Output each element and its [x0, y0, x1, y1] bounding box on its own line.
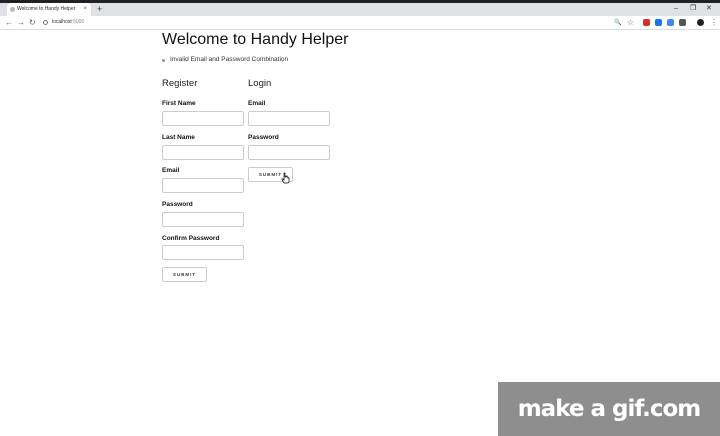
- first-name-label: First Name: [162, 100, 196, 107]
- profile-avatar-icon[interactable]: [697, 19, 704, 26]
- login-email-input[interactable]: [248, 111, 330, 126]
- menu-icon[interactable]: ⋮: [710, 16, 718, 30]
- register-email-input[interactable]: [162, 178, 244, 193]
- confirm-password-label: Confirm Password: [162, 235, 220, 242]
- browser-titlebar: Welcome to Handy Helper × + – ❐ ✕: [0, 0, 720, 16]
- browser-tab[interactable]: Welcome to Handy Helper ×: [7, 3, 91, 16]
- extension-icon[interactable]: [655, 19, 662, 26]
- back-icon[interactable]: ←: [5, 16, 13, 30]
- browser-toolbar: ← → ↻ localhost:5000 🔍 ☆ ⋮: [0, 16, 720, 30]
- new-tab-button[interactable]: +: [97, 3, 102, 16]
- tab-close-icon[interactable]: ×: [83, 3, 87, 16]
- login-heading: Login: [248, 78, 272, 89]
- last-name-input[interactable]: [162, 145, 244, 160]
- last-name-label: Last Name: [162, 134, 195, 141]
- confirm-password-input[interactable]: [162, 245, 244, 260]
- address-bar[interactable]: localhost:5000: [40, 17, 640, 28]
- register-password-label: Password: [162, 201, 193, 208]
- tab-title: Welcome to Handy Helper: [17, 6, 76, 12]
- extension-icon[interactable]: [643, 19, 650, 26]
- login-password-label: Password: [248, 134, 279, 141]
- extension-icon[interactable]: [679, 19, 686, 26]
- register-heading: Register: [162, 78, 198, 89]
- zoom-icon[interactable]: 🔍: [614, 16, 621, 30]
- reload-icon[interactable]: ↻: [29, 16, 36, 30]
- makeagif-watermark: make a gif.com: [498, 382, 720, 436]
- login-email-label: Email: [248, 100, 266, 107]
- url-port: :5000: [71, 19, 85, 25]
- tab-favicon-icon: [10, 7, 15, 12]
- error-message: Invalid Email and Password Combination: [162, 56, 288, 63]
- extension-icon[interactable]: [667, 19, 674, 26]
- hand-cursor-icon: [281, 172, 290, 184]
- page-title: Welcome to Handy Helper: [162, 31, 349, 48]
- register-password-input[interactable]: [162, 212, 244, 227]
- login-password-input[interactable]: [248, 145, 330, 160]
- minimize-icon[interactable]: –: [674, 3, 678, 15]
- register-email-label: Email: [162, 167, 180, 174]
- bookmark-star-icon[interactable]: ☆: [627, 16, 634, 30]
- first-name-input[interactable]: [162, 111, 244, 126]
- error-list: Invalid Email and Password Combination: [162, 56, 288, 63]
- url-host: localhost: [52, 19, 72, 25]
- site-info-icon[interactable]: [43, 20, 48, 25]
- forward-icon[interactable]: →: [17, 16, 25, 30]
- maximize-icon[interactable]: ❐: [690, 3, 696, 15]
- close-window-icon[interactable]: ✕: [706, 3, 712, 15]
- register-submit-button[interactable]: SUBMIT: [162, 267, 207, 282]
